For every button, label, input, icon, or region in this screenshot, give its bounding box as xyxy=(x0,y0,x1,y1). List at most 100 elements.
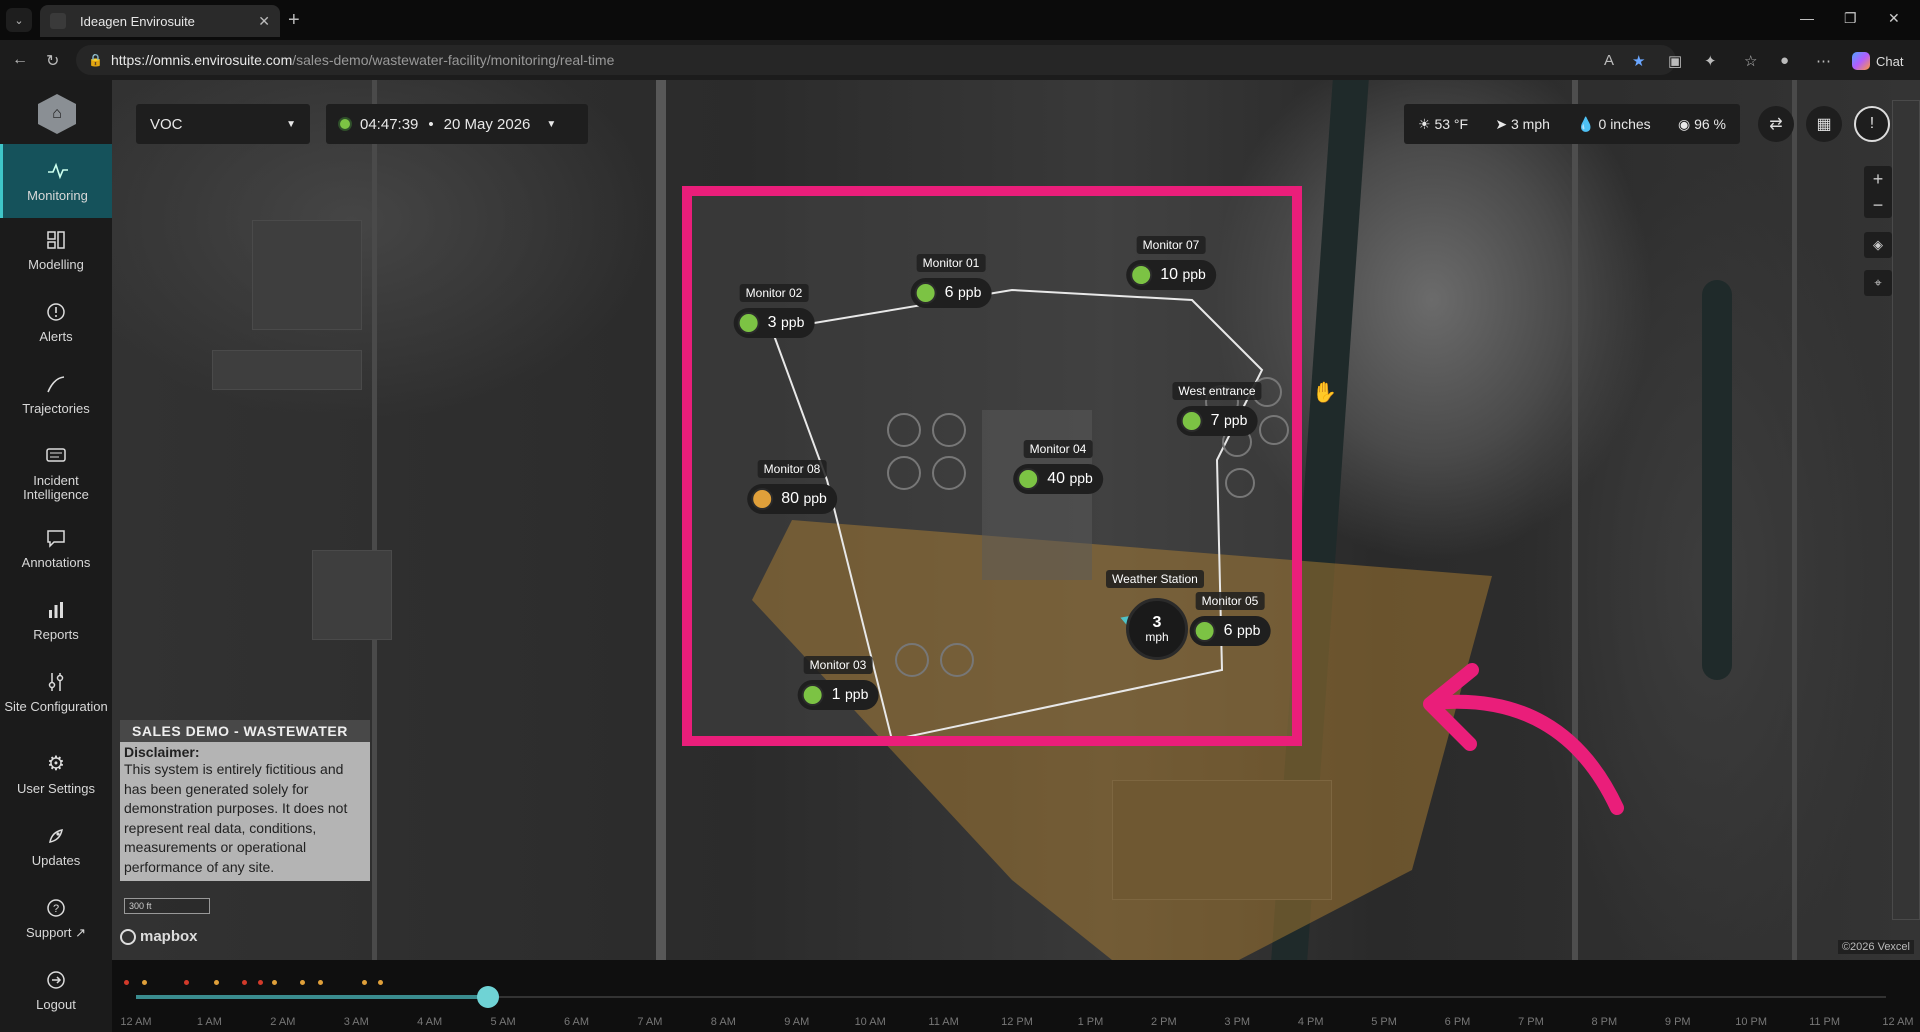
timeline-event-marker[interactable] xyxy=(272,980,277,985)
monitor-reading[interactable]: 6 ppb xyxy=(910,278,992,308)
chevron-down-icon: ▼ xyxy=(286,118,296,130)
chat-button[interactable]: Chat xyxy=(1852,52,1903,70)
timeline-hour-label: 11 PM xyxy=(1809,1016,1841,1028)
monitor-value: 80 xyxy=(781,490,799,507)
monitor-name: Monitor 03 xyxy=(803,656,873,674)
sidebar-item-label: Incident Intelligence xyxy=(23,473,89,502)
timeline-event-marker[interactable] xyxy=(362,980,367,985)
sidebar-item-alerts[interactable]: Alerts xyxy=(0,300,112,344)
monitor-reading[interactable]: 6 ppb xyxy=(1189,616,1271,646)
read-aloud-icon[interactable]: A xyxy=(1604,52,1614,69)
sidebar-item-modelling[interactable]: Modelling xyxy=(0,228,112,272)
sidebar-item-incident-intelligence[interactable]: Incident Intelligence xyxy=(0,444,112,502)
status-dot-icon xyxy=(1017,468,1040,490)
status-dot-icon xyxy=(737,312,760,334)
humidity-icon: ◉ xyxy=(1677,115,1691,132)
sidebar-item-monitoring[interactable]: Monitoring xyxy=(0,144,112,218)
favorites-icon[interactable]: ☆ xyxy=(1744,52,1757,70)
monitor-name: West entrance xyxy=(1172,382,1262,400)
restore-icon[interactable]: ❐ xyxy=(1844,10,1857,27)
wind-speed: 3 mph xyxy=(1510,115,1550,132)
sidebar-item-trajectories[interactable]: Trajectories xyxy=(0,372,112,416)
timeline[interactable]: 12 AM 1 AM 2 AM 3 AM 4 AM 5 AM 6 AM 7 AM 8 AM 9 A… xyxy=(112,960,1920,1032)
sidebar-item-support[interactable]: ? Support ↗ xyxy=(0,896,112,940)
url-field[interactable]: 🔒 https://omnis.envirosuite.com/sales-de… xyxy=(76,45,1676,75)
swap-icon[interactable]: ⇄ xyxy=(1758,106,1794,142)
timeline-hour-label: 4 PM xyxy=(1297,1016,1324,1028)
timeline-event-marker[interactable] xyxy=(142,980,147,985)
mapbox-logo[interactable]: mapbox xyxy=(120,928,198,945)
monitor-value: 3 xyxy=(767,314,777,331)
incident-icon xyxy=(44,444,68,468)
humidity: 96 % xyxy=(1694,115,1726,132)
monitor-reading[interactable]: 1 ppb xyxy=(797,680,879,710)
close-tab-icon[interactable]: ✕ xyxy=(258,13,270,30)
timeline-event-marker[interactable] xyxy=(214,980,219,985)
weather-station-label: Weather Station xyxy=(1106,570,1204,588)
more-icon[interactable]: ⋯ xyxy=(1816,52,1831,70)
monitor-name: Monitor 02 xyxy=(739,284,809,302)
reload-icon[interactable]: ↻ xyxy=(46,51,59,71)
window-close-icon[interactable]: ✕ xyxy=(1888,10,1900,27)
map-canvas[interactable]: Monitor 01 6 ppb Monitor 02 3 ppb Monito… xyxy=(112,80,1920,960)
url-host: https://omnis.envirosuite.com xyxy=(110,52,293,68)
timeline-labels: 12 AM 1 AM 2 AM 3 AM 4 AM 5 AM 6 AM 7 AM 8 AM 9 A… xyxy=(112,1016,1920,1030)
timeline-progress xyxy=(136,995,489,999)
monitor-reading[interactable]: 80 ppb xyxy=(747,484,837,514)
monitor-unit: ppb xyxy=(1182,266,1206,282)
map-attribution[interactable]: ©2026 Vexcel xyxy=(1837,940,1914,954)
profile-avatar[interactable]: ● xyxy=(1780,52,1789,69)
monitor-reading[interactable]: 3 ppb xyxy=(733,308,815,338)
monitor-unit: ppb xyxy=(1069,470,1093,486)
grid-icon[interactable]: ▦ xyxy=(1806,106,1842,142)
timeline-event-marker[interactable] xyxy=(258,980,263,985)
monitor-reading[interactable]: 7 ppb xyxy=(1176,406,1258,436)
monitor-reading[interactable]: 40 ppb xyxy=(1013,464,1103,494)
sidebar-item-logout[interactable]: Logout xyxy=(0,968,112,1012)
disclaimer-panel: SALES DEMO - WASTEWATER Disclaimer: This… xyxy=(120,720,370,881)
time-select[interactable]: 04:47:39 • 20 May 2026 ▼ xyxy=(326,104,588,144)
zoom-in-icon[interactable]: + xyxy=(1864,166,1892,192)
minimize-icon[interactable]: — xyxy=(1800,10,1814,26)
sidebar-item-updates[interactable]: Updates xyxy=(0,824,112,868)
timeline-event-marker[interactable] xyxy=(300,980,305,985)
monitor-value: 7 xyxy=(1210,412,1220,429)
timeline-hour-label: 2 PM xyxy=(1150,1016,1177,1028)
browser-tab[interactable]: Ideagen Envirosuite ✕ xyxy=(40,5,280,37)
favorite-star-icon[interactable]: ★ xyxy=(1632,52,1645,70)
timeline-hour-label: 1 AM xyxy=(196,1016,222,1028)
chat-label: Chat xyxy=(1876,53,1904,69)
notification-alert-icon[interactable]: ! xyxy=(1854,106,1890,142)
sidebar-item-reports[interactable]: Reports xyxy=(0,598,112,642)
timeline-event-marker[interactable] xyxy=(184,980,189,985)
zoom-out-icon[interactable]: − xyxy=(1864,192,1892,218)
monitor-name: Monitor 07 xyxy=(1136,236,1206,254)
copilot-icon xyxy=(1852,52,1870,70)
timeline-handle[interactable] xyxy=(477,986,500,1008)
app-logo-icon[interactable]: ⌂ xyxy=(38,94,76,134)
status-dot-icon xyxy=(1193,620,1216,642)
timeline-hour-label: 6 AM xyxy=(563,1016,590,1028)
sidebar-item-annotations[interactable]: Annotations xyxy=(0,526,112,570)
back-icon[interactable]: ← xyxy=(12,51,28,69)
extension-icon[interactable]: ▣ xyxy=(1668,52,1682,70)
timeline-event-marker[interactable] xyxy=(124,980,129,985)
sidebar-item-label: User Settings xyxy=(16,781,96,796)
timeline-event-marker[interactable] xyxy=(242,980,247,985)
timeline-event-marker[interactable] xyxy=(318,980,323,985)
sidebar-item-user-settings[interactable]: ⚙ User Settings xyxy=(0,752,112,796)
sidebar-item-label: Trajectories xyxy=(22,401,90,416)
monitor-reading[interactable]: 10 ppb xyxy=(1126,260,1216,290)
weather-station-marker[interactable]: 3 mph xyxy=(1126,598,1188,660)
sidebar-item-site-configuration[interactable]: Site Configuration xyxy=(0,670,112,714)
tab-menu-button[interactable]: ⌄ xyxy=(6,8,32,32)
disclaimer-header: SALES DEMO - WASTEWATER xyxy=(120,720,370,742)
new-tab-button[interactable]: + xyxy=(288,9,300,32)
mapbox-label: mapbox xyxy=(140,928,198,945)
pollutant-select[interactable]: VOC ▼ xyxy=(136,104,310,144)
layers-icon[interactable]: ◈ xyxy=(1864,232,1892,258)
puzzle-icon[interactable]: ✦ xyxy=(1704,52,1717,70)
lock-icon: 🔒 xyxy=(88,53,103,67)
timeline-event-marker[interactable] xyxy=(378,980,383,985)
location-pin-icon[interactable]: ⌖ xyxy=(1864,270,1892,296)
